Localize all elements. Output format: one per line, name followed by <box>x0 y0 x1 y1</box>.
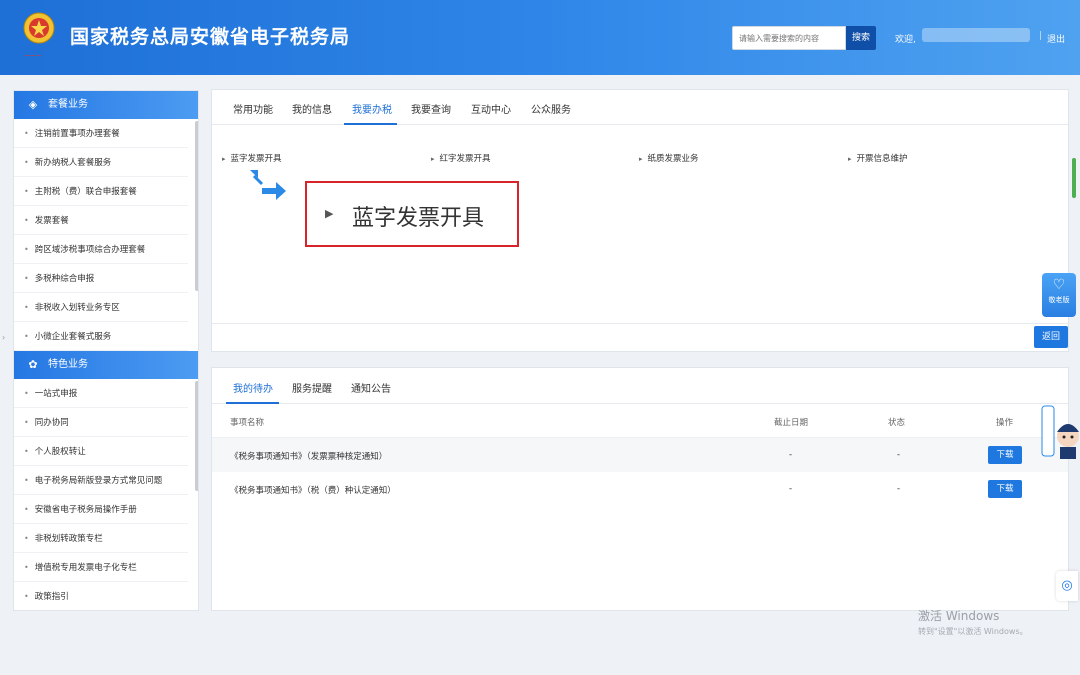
header-separator: | <box>1039 31 1043 41</box>
pointer-arrow-icon <box>250 170 286 200</box>
layers-icon: ◈ <box>28 98 38 111</box>
sidebar-item[interactable]: 注销前置事项办理套餐 <box>14 119 188 148</box>
link-blue-invoice[interactable]: 蓝字发票开具 <box>222 152 282 164</box>
table-row: 《税务事项通知书》（发票票种核定通知） - - 下载 <box>212 438 1068 472</box>
help-icon[interactable]: ◎ <box>1056 571 1078 601</box>
sidebar-scrollbar[interactable] <box>195 381 198 491</box>
sidebar-item[interactable]: 发票套餐 <box>14 206 188 235</box>
sidebar: ◈ 套餐业务 注销前置事项办理套餐 新办纳税人套餐服务 主附税（费）联合申报套餐… <box>13 90 199 611</box>
callout-text: 蓝字发票开具 <box>352 206 485 231</box>
link-red-invoice[interactable]: 红字发票开具 <box>431 152 491 164</box>
tab-service-reminder[interactable]: 服务提醒 <box>292 380 332 395</box>
elder-mode-button[interactable]: ♡ 敬老版 <box>1042 273 1076 317</box>
tab-public-service[interactable]: 公众服务 <box>531 101 571 116</box>
row-status: - <box>897 450 901 460</box>
sidebar-group-title: 套餐业务 <box>48 99 88 110</box>
row-item-name: 《税务事项通知书》（发票票种核定通知） <box>230 452 388 462</box>
sidebar-item[interactable]: 电子税务局新版登录方式常见问题 <box>14 466 188 495</box>
business-panel: 常用功能 我的信息 我要办税 我要查询 互动中心 公众服务 蓝字发票开具 红字发… <box>211 89 1069 352</box>
tab-my-todo[interactable]: 我的待办 <box>233 380 273 395</box>
sidebar-item[interactable]: 同办协同 <box>14 408 188 437</box>
sidebar-item[interactable]: 跨区域涉税事项综合办理套餐 <box>14 235 188 264</box>
sidebar-item[interactable]: 安徽省电子税务局操作手册 <box>14 495 188 524</box>
sidebar-item[interactable]: 个人股权转让 <box>14 437 188 466</box>
download-button[interactable]: 下载 <box>988 446 1022 464</box>
col-action: 操作 <box>996 418 1014 428</box>
highlight-callout: ▶ 蓝字发票开具 <box>305 181 519 247</box>
windows-activation-sub: 转到"设置"以激活 Windows。 <box>918 627 1028 636</box>
caret-right-icon: ▶ <box>325 207 334 220</box>
search-button[interactable]: 搜索 <box>846 26 876 50</box>
back-button[interactable]: 返回 <box>1034 326 1068 348</box>
row-deadline: - <box>789 450 793 460</box>
row-status: - <box>897 484 901 494</box>
sidebar-item[interactable]: 增值税专用发票电子化专栏 <box>14 553 188 582</box>
page-scroll-indicator[interactable] <box>1072 158 1076 198</box>
link-invoice-info[interactable]: 开票信息维护 <box>848 152 908 164</box>
tab-query[interactable]: 我要查询 <box>411 101 451 116</box>
heart-icon: ♡ <box>1052 277 1066 293</box>
row-item-name: 《税务事项通知书》（税（费）种认定通知） <box>230 486 396 496</box>
divider <box>212 323 1068 324</box>
tab-tax-handling[interactable]: 我要办税 <box>352 101 392 116</box>
tab-notice[interactable]: 通知公告 <box>351 380 391 395</box>
sidebar-scrollbar[interactable] <box>195 121 198 291</box>
table-header: 事项名称 截止日期 状态 操作 <box>212 404 1068 438</box>
active-tab-indicator <box>344 123 397 125</box>
sidebar-item[interactable]: 非税收入划转业务专区 <box>14 293 188 322</box>
site-title: 国家税务总局安徽省电子税务局 <box>70 26 351 48</box>
windows-activation-title: 激活 Windows <box>918 609 1000 623</box>
online-service-mascot-icon[interactable] <box>1040 402 1080 462</box>
sidebar-item[interactable]: 主附税（费）联合申报套餐 <box>14 177 188 206</box>
sidebar-item[interactable]: 多税种综合申报 <box>14 264 188 293</box>
tab-common[interactable]: 常用功能 <box>233 101 273 116</box>
tab-interaction[interactable]: 互动中心 <box>471 101 511 116</box>
flower-icon: ✿ <box>28 358 38 371</box>
welcome-text: 欢迎, <box>895 35 916 45</box>
todo-panel: 我的待办 服务提醒 通知公告 事项名称 截止日期 状态 操作 《税务事项通知书》… <box>211 367 1069 611</box>
sidebar-item[interactable]: 小微企业套餐式服务 <box>14 322 188 351</box>
table-row: 《税务事项通知书》（税（费）种认定通知） - - 下载 <box>212 472 1068 506</box>
elder-mode-label: 敬老版 <box>1048 296 1070 304</box>
sidebar-item[interactable]: 非税划转政策专栏 <box>14 524 188 553</box>
logout-link[interactable]: 退出 <box>1047 32 1065 45</box>
col-item-name: 事项名称 <box>230 418 265 428</box>
sidebar-item[interactable]: 新办纳税人套餐服务 <box>14 148 188 177</box>
sidebar-group-title: 特色业务 <box>48 359 88 370</box>
sidebar-group-package[interactable]: ◈ 套餐业务 <box>14 91 198 119</box>
col-status: 状态 <box>888 418 906 428</box>
sidebar-item[interactable]: 政策指引 <box>14 582 188 610</box>
edge-marker: › <box>2 333 6 342</box>
download-button[interactable]: 下载 <box>988 480 1022 498</box>
link-paper-invoice[interactable]: 纸质发票业务 <box>639 152 699 164</box>
row-deadline: - <box>789 484 793 494</box>
username-redacted <box>922 28 1030 42</box>
tax-emblem-logo: ~~~ <box>23 12 55 60</box>
sidebar-group-special[interactable]: ✿ 特色业务 <box>14 351 198 379</box>
tab-my-info[interactable]: 我的信息 <box>292 101 332 116</box>
todo-tabs: 我的待办 服务提醒 通知公告 <box>212 368 1068 404</box>
sidebar-item[interactable]: 一站式申报 <box>14 379 188 408</box>
search-input[interactable] <box>732 26 846 50</box>
col-deadline: 截止日期 <box>774 418 809 428</box>
top-header: ~~~ 国家税务总局安徽省电子税务局 搜索 欢迎, | 退出 <box>0 0 1080 75</box>
main-tabs: 常用功能 我的信息 我要办税 我要查询 互动中心 公众服务 <box>212 90 1068 125</box>
svg-text:~~~: ~~~ <box>24 52 42 60</box>
